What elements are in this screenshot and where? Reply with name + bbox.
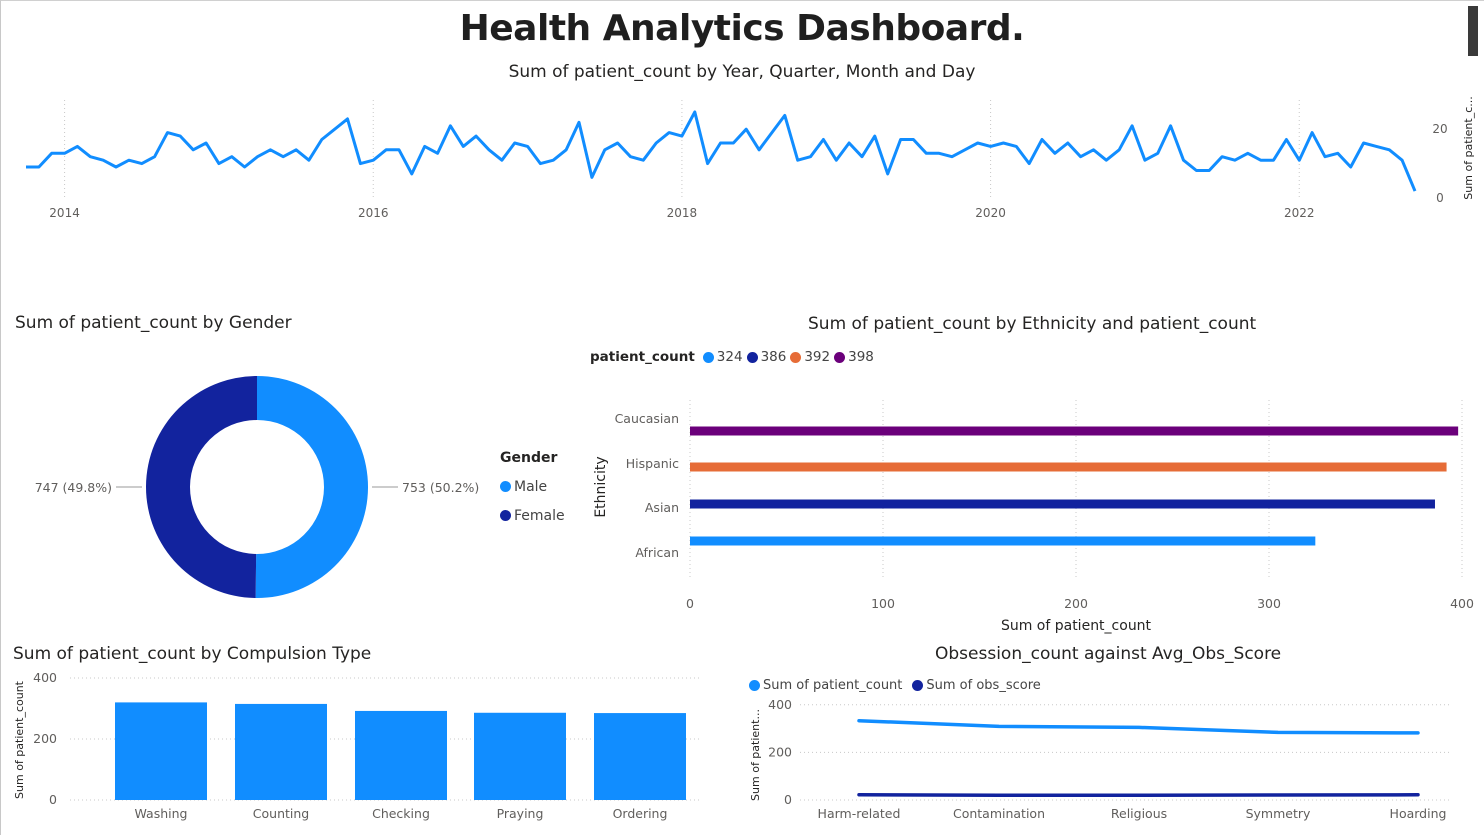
obsession-y-axis-label: Sum of patient...	[749, 709, 762, 801]
obsession-x-tick-label: Harm-related	[818, 806, 901, 821]
obsession-y-tick-label: 200	[768, 744, 792, 759]
obsession-x-tick-label: Symmetry	[1246, 806, 1311, 821]
obsession-series-line-0	[857, 718, 1420, 735]
obsession-y-tick-label: 400	[768, 697, 792, 712]
obsession-line-chart: 0 200 400 Sum of patient... Harm-related Cont…	[749, 697, 1450, 821]
obsession-y-tick-label: 0	[784, 792, 792, 807]
obsession-x-tick-label: Religious	[1111, 806, 1167, 821]
obsession-x-tick-label: Contamination	[953, 806, 1045, 821]
obsession-x-tick-label: Hoarding	[1390, 806, 1447, 821]
